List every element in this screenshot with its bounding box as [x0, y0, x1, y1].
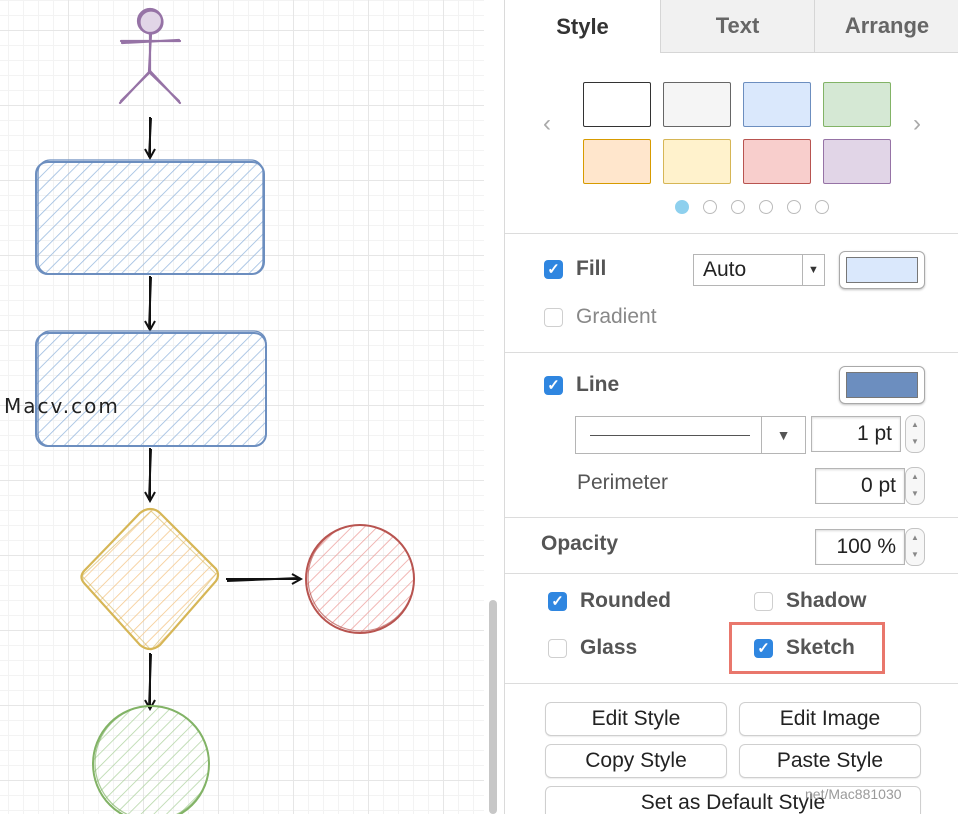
- edit-image-button[interactable]: Edit Image: [739, 702, 921, 736]
- line-width-stepper[interactable]: ▲ ▼: [905, 415, 925, 453]
- canvas-scrollbar[interactable]: [489, 600, 497, 814]
- fill-color-button[interactable]: [839, 251, 925, 289]
- line-label: Line: [576, 373, 620, 396]
- sketch-highlight-box: [729, 622, 885, 674]
- terminal-circle-red[interactable]: [305, 524, 415, 634]
- edit-style-button[interactable]: Edit Style: [545, 702, 727, 736]
- divider: [505, 573, 958, 574]
- style-swatch-orange[interactable]: [583, 139, 651, 184]
- chevron-left-icon[interactable]: ‹: [543, 110, 551, 138]
- tab-arrange[interactable]: Arrange: [814, 0, 958, 53]
- divider: [505, 683, 958, 684]
- rounded-checkbox[interactable]: ✓: [548, 592, 567, 611]
- watermark-url: net/Mac881030: [805, 786, 902, 802]
- glass-checkbox[interactable]: [548, 639, 567, 658]
- tab-style[interactable]: Style: [505, 0, 660, 53]
- swatch-page-dot-2[interactable]: [703, 200, 717, 214]
- opacity-input[interactable]: 100 %: [815, 529, 905, 565]
- line-color-preview: [846, 372, 918, 398]
- divider: [505, 352, 958, 353]
- fill-label: Fill: [576, 257, 607, 280]
- opacity-stepper[interactable]: ▲ ▼: [905, 528, 925, 566]
- divider: [505, 233, 958, 234]
- perimeter-stepper[interactable]: ▲ ▼: [905, 467, 925, 505]
- format-panel: Style Text Arrange ‹ › ✓ Fill Auto ▼ Gra…: [504, 0, 958, 814]
- fill-mode-select[interactable]: Auto ▼: [693, 254, 825, 286]
- dropdown-arrow-icon: ▼: [802, 255, 824, 285]
- actor-shape[interactable]: [118, 7, 182, 105]
- style-swatch-white[interactable]: [583, 82, 651, 127]
- dropdown-arrow-icon: ▼: [761, 417, 805, 453]
- shadow-label: Shadow: [786, 589, 867, 612]
- fill-color-preview: [846, 257, 918, 283]
- glass-label: Glass: [580, 636, 638, 659]
- rounded-label: Rounded: [580, 589, 671, 612]
- swatch-page-dot-6[interactable]: [815, 200, 829, 214]
- process-box-1[interactable]: [35, 159, 265, 275]
- line-checkbox[interactable]: ✓: [544, 376, 563, 395]
- perimeter-label: Perimeter: [577, 471, 669, 494]
- opacity-label: Opacity: [541, 532, 619, 555]
- decision-diamond[interactable]: [80, 507, 220, 651]
- terminal-circle-green[interactable]: [92, 705, 210, 814]
- style-swatch-yellow[interactable]: [663, 139, 731, 184]
- line-pattern-preview: [590, 435, 750, 436]
- paste-style-button[interactable]: Paste Style: [739, 744, 921, 778]
- format-tabs: Style Text Arrange: [505, 0, 958, 53]
- gradient-label: Gradient: [576, 305, 657, 328]
- chevron-right-icon[interactable]: ›: [913, 110, 921, 138]
- line-color-button[interactable]: [839, 366, 925, 404]
- perimeter-input[interactable]: 0 pt: [815, 468, 905, 504]
- fill-checkbox[interactable]: ✓: [544, 260, 563, 279]
- swatch-page-dot-4[interactable]: [759, 200, 773, 214]
- process-box-2[interactable]: [35, 330, 267, 447]
- shadow-checkbox[interactable]: [754, 592, 773, 611]
- style-swatch-blue[interactable]: [743, 82, 811, 127]
- style-swatch-gray[interactable]: [663, 82, 731, 127]
- fill-mode-value: Auto: [703, 258, 747, 281]
- tab-text[interactable]: Text: [660, 0, 814, 53]
- diagram-canvas[interactable]: Macv.com: [0, 0, 484, 814]
- gradient-checkbox[interactable]: [544, 308, 563, 327]
- copy-style-button[interactable]: Copy Style: [545, 744, 727, 778]
- style-swatch-green[interactable]: [823, 82, 891, 127]
- style-swatch-red[interactable]: [743, 139, 811, 184]
- watermark-text: Macv.com: [4, 394, 120, 418]
- swatch-page-dot-5[interactable]: [787, 200, 801, 214]
- swatch-page-dot-3[interactable]: [731, 200, 745, 214]
- line-pattern-select[interactable]: ▼: [575, 416, 806, 454]
- divider: [505, 517, 958, 518]
- line-width-input[interactable]: 1 pt: [811, 416, 901, 452]
- style-swatch-purple[interactable]: [823, 139, 891, 184]
- swatch-page-dot-1[interactable]: [675, 200, 689, 214]
